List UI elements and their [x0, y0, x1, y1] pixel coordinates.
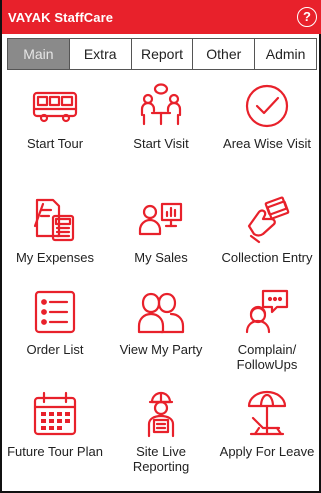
expense-calculator-icon: [33, 198, 75, 242]
tab-admin[interactable]: Admin: [255, 39, 316, 69]
bus-icon: [32, 91, 78, 123]
app-title: VAYAK StaffCare: [8, 9, 114, 25]
menu-item-view-my-party[interactable]: View My Party: [108, 288, 214, 357]
calendar-icon: [33, 391, 77, 436]
menu-item-site-live-reporting[interactable]: Site Live Reporting: [108, 390, 214, 474]
menu-item-label: View My Party: [119, 342, 203, 357]
menu-item-label: My Expenses: [15, 250, 95, 265]
worker-icon: [147, 391, 175, 438]
help-icon[interactable]: ?: [297, 7, 317, 27]
menu-item-complain-followups[interactable]: Complain/ FollowUps: [214, 288, 320, 372]
check-circle-icon: [245, 84, 289, 128]
menu-item-label: Start Visit: [133, 136, 189, 151]
menu-item-label: Site Live Reporting: [132, 444, 190, 474]
checklist-icon: [34, 290, 76, 334]
menu-item-label: Order List: [26, 342, 84, 357]
menu-item-label: Start Tour: [26, 136, 84, 151]
menu-item-order-list[interactable]: Order List: [2, 288, 108, 357]
menu-item-my-expenses[interactable]: My Expenses: [2, 196, 108, 265]
menu-item-area-wise-visit[interactable]: Area Wise Visit: [214, 82, 320, 151]
tab-report[interactable]: Report: [131, 39, 194, 69]
tab-bar: Main Extra Report Other Admin: [7, 38, 317, 70]
menu-item-apply-for-leave[interactable]: Apply For Leave: [214, 390, 320, 459]
cash-hand-icon: [247, 196, 290, 244]
menu-item-future-tour-plan[interactable]: Future Tour Plan: [2, 390, 108, 459]
presenter-chart-icon: [138, 202, 183, 236]
people-icon: [137, 292, 185, 334]
menu-item-label: Collection Entry: [221, 250, 313, 265]
menu-item-collection-entry[interactable]: Collection Entry: [214, 196, 320, 265]
meeting-icon: [140, 83, 182, 126]
menu-item-my-sales[interactable]: My Sales: [108, 196, 214, 265]
menu-item-start-visit[interactable]: Start Visit: [108, 82, 214, 151]
menu-item-label: Future Tour Plan: [7, 444, 103, 459]
menu-item-label: Area Wise Visit: [223, 136, 311, 151]
menu-item-start-tour[interactable]: Start Tour: [2, 82, 108, 151]
app-window: VAYAK StaffCare ? Main Extra Report Othe…: [0, 0, 321, 493]
menu-item-label: Apply For Leave: [219, 444, 315, 459]
menu-item-label: Complain/ FollowUps: [236, 342, 298, 372]
title-bar: VAYAK StaffCare ?: [2, 0, 321, 34]
tab-main[interactable]: Main: [8, 39, 70, 69]
tab-extra[interactable]: Extra: [69, 39, 132, 69]
beach-chair-icon: [247, 390, 287, 436]
tab-other[interactable]: Other: [193, 39, 256, 69]
support-chat-icon: [245, 289, 289, 334]
menu-item-label: My Sales: [134, 250, 188, 265]
